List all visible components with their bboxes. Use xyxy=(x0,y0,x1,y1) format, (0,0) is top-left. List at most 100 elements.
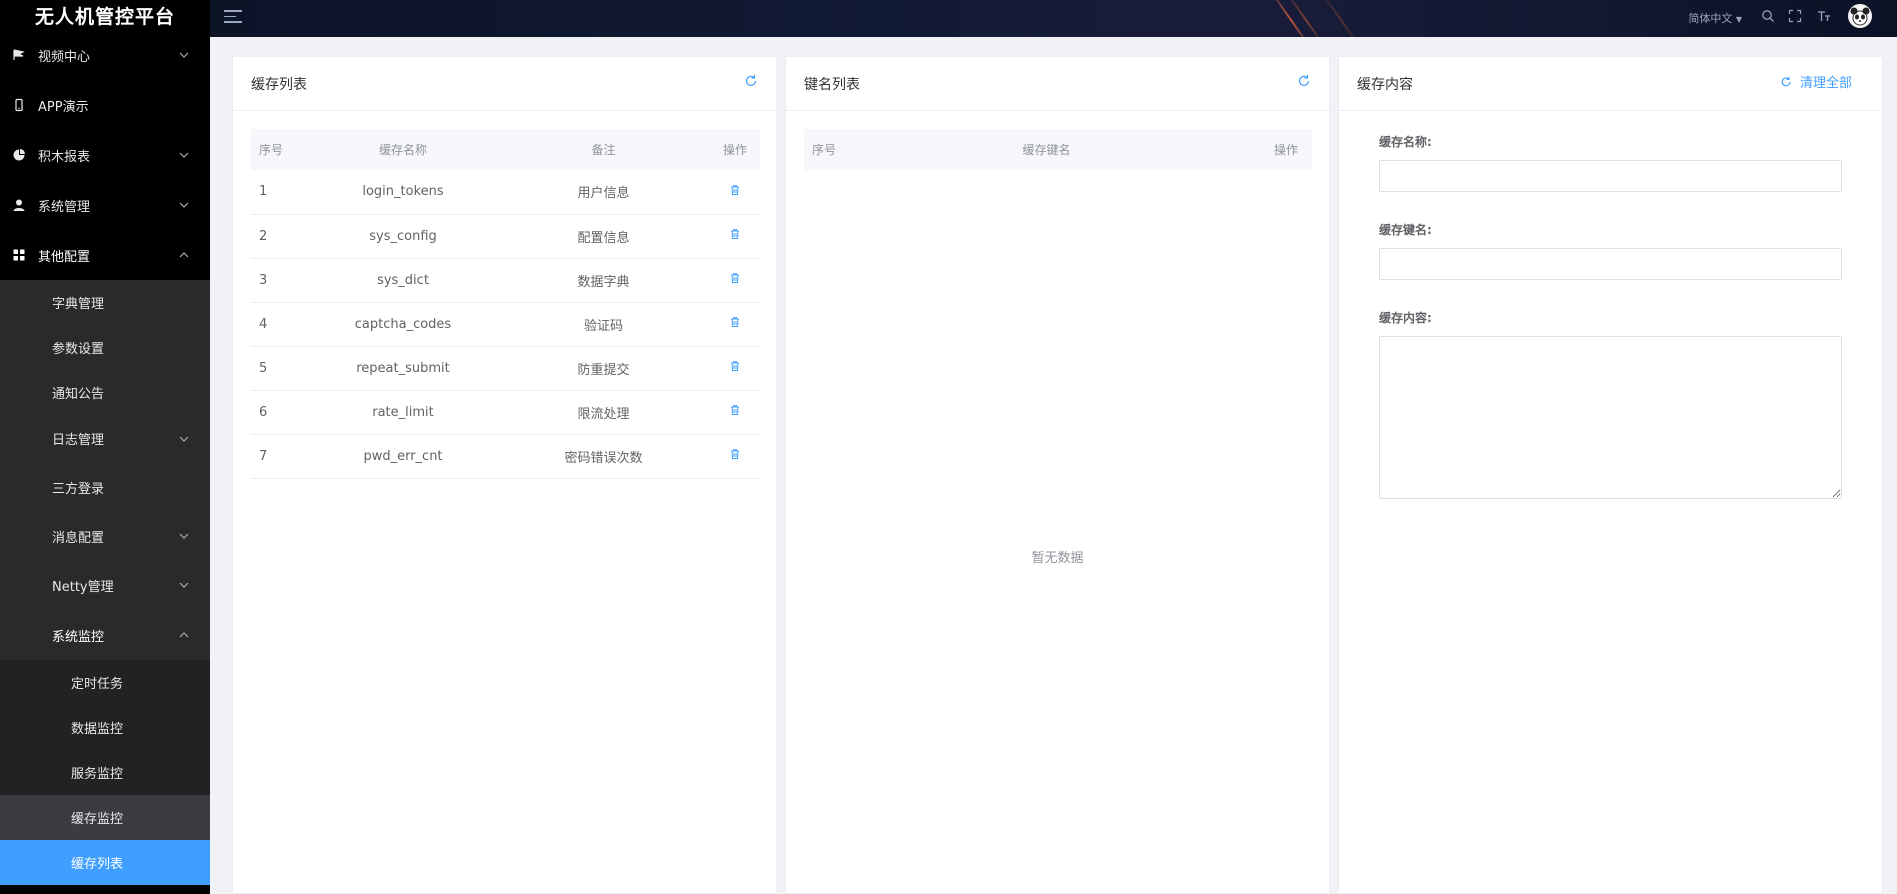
cell-remark: 防重提交 xyxy=(497,346,710,391)
table-row: 3 sys_dict 数据字典 xyxy=(251,258,760,303)
sidebar-item-label: Netty管理 xyxy=(52,579,114,595)
sidebar-item-message-config[interactable]: 消息配置 xyxy=(0,512,210,560)
sidebar-item-log-manage[interactable]: 日志管理 xyxy=(0,415,210,462)
cell-action xyxy=(710,258,760,303)
header-decoration xyxy=(1317,0,1365,37)
refresh-icon[interactable] xyxy=(1297,74,1311,88)
sidebar-item-notice[interactable]: 通知公告 xyxy=(0,370,210,415)
empty-state-text: 暂无数据 xyxy=(1031,551,1084,566)
cache-key-label: 缓存键名: xyxy=(1379,223,1432,237)
delete-icon[interactable] xyxy=(729,184,741,196)
cell-no: 6 xyxy=(251,390,309,435)
column-header-remark: 备注 xyxy=(497,129,710,170)
cell-remark: 验证码 xyxy=(497,302,710,347)
sidebar-item-service-monitor[interactable]: 服务监控 xyxy=(0,750,210,795)
sidebar-item-netty-manage[interactable]: Netty管理 xyxy=(0,560,210,610)
cell-action xyxy=(710,434,760,479)
sidebar-item-data-monitor[interactable]: 数据监控 xyxy=(0,705,210,750)
app-logo-title: 无人机管控平台 xyxy=(34,5,175,28)
cell-remark: 用户信息 xyxy=(497,170,710,215)
sidebar-item-label: 系统管理 xyxy=(38,199,91,215)
chevron-down-icon xyxy=(179,202,189,208)
delete-icon[interactable] xyxy=(729,272,741,284)
refresh-icon[interactable] xyxy=(744,74,758,88)
sidebar-item-label: 三方登录 xyxy=(52,481,105,497)
font-size-icon[interactable] xyxy=(1817,9,1831,23)
cache-list-table-wrap: 序号 缓存名称 备注 操作 1 login_tokens 用户信息 2 sys_conf… xyxy=(233,111,776,479)
cell-cache-name: rate_limit xyxy=(309,390,497,435)
chevron-down-icon xyxy=(179,152,189,158)
search-icon[interactable] xyxy=(1761,9,1775,23)
column-header-name: 缓存名称 xyxy=(309,129,497,170)
key-list-table-wrap: 序号 缓存键名 操作 xyxy=(786,111,1329,170)
cell-action xyxy=(710,302,760,347)
column-header-action: 操作 xyxy=(710,129,760,170)
clear-all-button[interactable]: 清理全部 xyxy=(1780,72,1852,91)
sidebar-item-label: 数据监控 xyxy=(71,722,124,737)
sidebar-item-other-config[interactable]: 其他配置 xyxy=(0,230,210,280)
cell-no: 3 xyxy=(251,258,309,303)
cache-name-input[interactable] xyxy=(1379,160,1842,192)
refresh-icon xyxy=(1781,76,1791,86)
key-list-header: 键名列表 xyxy=(786,57,1329,111)
card-title: 键名列表 xyxy=(804,76,860,93)
sidebar-item-scheduled-tasks[interactable]: 定时任务 xyxy=(0,660,210,705)
sidebar-item-dict-manage[interactable]: 字典管理 xyxy=(0,280,210,325)
table-row: 5 repeat_submit 防重提交 xyxy=(251,346,760,391)
hamburger-menu-icon[interactable] xyxy=(224,10,242,26)
cell-action xyxy=(710,170,760,215)
sidebar-item-label: 日志管理 xyxy=(52,433,105,448)
sidebar-item-param-settings[interactable]: 参数设置 xyxy=(0,325,210,370)
sidebar-item-app-demo[interactable]: APP演示 xyxy=(0,80,210,130)
column-header-no: 序号 xyxy=(804,129,924,170)
cache-content-card: 缓存内容 清理全部 缓存名称: 缓存键名: 缓存内容: xyxy=(1338,56,1883,894)
cache-name-label: 缓存名称: xyxy=(1379,135,1432,149)
cell-action xyxy=(710,346,760,391)
delete-icon[interactable] xyxy=(729,448,741,460)
chevron-up-icon xyxy=(179,252,189,258)
video-flag-icon xyxy=(12,48,26,62)
grid-icon xyxy=(12,248,26,262)
cache-list-card: 缓存列表 序号 缓存名称 备注 操作 1 login_tokens 用户信息 2 sys… xyxy=(232,56,777,894)
cell-cache-name: sys_config xyxy=(309,214,497,259)
avatar[interactable] xyxy=(1848,4,1872,28)
sidebar-item-report[interactable]: 积木报表 xyxy=(0,130,210,180)
column-header-key: 缓存键名 xyxy=(924,129,1169,170)
sidebar-item-label: 字典管理 xyxy=(52,297,105,312)
delete-icon[interactable] xyxy=(729,404,741,416)
sidebar-item-third-party-login[interactable]: 三方登录 xyxy=(0,462,210,512)
cache-content-textarea[interactable] xyxy=(1379,336,1842,499)
key-list-table: 序号 缓存键名 操作 xyxy=(804,129,1312,170)
cache-key-input[interactable] xyxy=(1379,248,1842,280)
sidebar-item-label: 缓存监控 xyxy=(71,812,124,827)
cell-remark: 密码错误次数 xyxy=(497,434,710,479)
sidebar-item-label: 视频中心 xyxy=(38,49,91,65)
language-label: 简体中文 xyxy=(1688,12,1733,25)
cache-list-table: 序号 缓存名称 备注 操作 1 login_tokens 用户信息 2 sys_conf… xyxy=(251,129,760,479)
cell-cache-name: captcha_codes xyxy=(309,302,497,347)
cache-content-label: 缓存内容: xyxy=(1379,311,1432,325)
chevron-up-icon xyxy=(179,632,189,638)
language-selector[interactable]: 简体中文 ▼ xyxy=(1688,10,1742,26)
top-header: 简体中文 ▼ xyxy=(210,0,1897,37)
sidebar-item-cache-monitor[interactable]: 缓存监控 xyxy=(0,795,210,840)
delete-icon[interactable] xyxy=(729,228,741,240)
cell-action xyxy=(710,214,760,259)
fullscreen-icon[interactable] xyxy=(1788,9,1802,23)
sidebar-item-label: 其他配置 xyxy=(38,249,91,265)
sidebar-item-label: 缓存列表 xyxy=(71,857,124,872)
sidebar-item-video-center[interactable]: 视频中心 xyxy=(0,30,210,80)
pie-chart-icon xyxy=(12,148,26,162)
cell-action xyxy=(710,390,760,435)
sidebar-item-label: 定时任务 xyxy=(71,677,124,692)
card-title: 缓存列表 xyxy=(251,76,307,93)
sidebar-item-cache-list[interactable]: 缓存列表 xyxy=(0,840,210,885)
delete-icon[interactable] xyxy=(729,360,741,372)
delete-icon[interactable] xyxy=(729,316,741,328)
sidebar-item-system-monitor[interactable]: 系统监控 xyxy=(0,610,210,660)
sidebar-item-label: 通知公告 xyxy=(52,387,105,402)
sidebar-item-system-manage[interactable]: 系统管理 xyxy=(0,180,210,230)
table-row: 4 captcha_codes 验证码 xyxy=(251,302,760,347)
clear-all-label: 清理全部 xyxy=(1799,76,1852,91)
table-row: 6 rate_limit 限流处理 xyxy=(251,390,760,435)
